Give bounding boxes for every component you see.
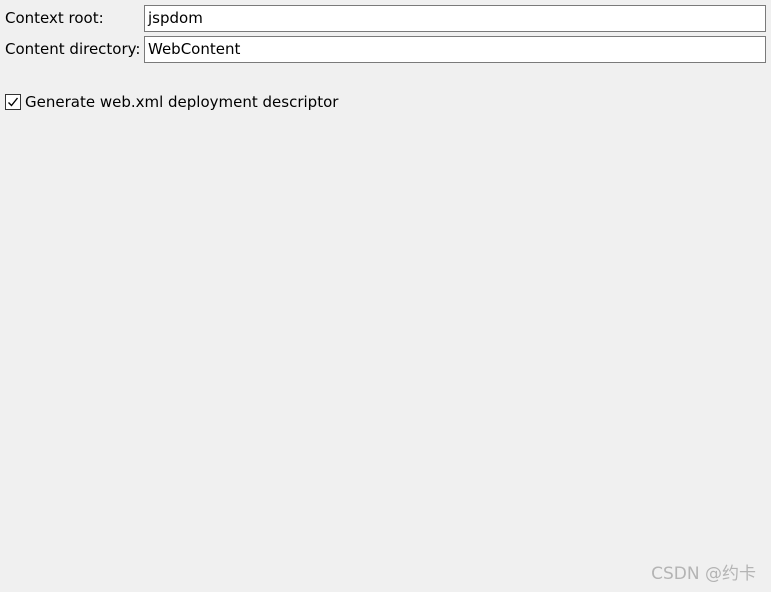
generate-web-xml-checkbox[interactable] bbox=[5, 94, 21, 110]
content-directory-label: Content directory: bbox=[5, 40, 141, 58]
content-directory-input[interactable]: WebContent bbox=[144, 36, 766, 63]
context-root-input[interactable]: jspdom bbox=[144, 5, 766, 32]
checkmark-icon bbox=[8, 97, 19, 107]
context-root-label: Context root: bbox=[5, 9, 104, 27]
watermark: CSDN @约卡 bbox=[651, 564, 756, 584]
content-directory-row: Content directory: WebContent bbox=[0, 36, 771, 63]
generate-web-xml-label: Generate web.xml deployment descriptor bbox=[25, 93, 339, 111]
context-root-row: Context root: jspdom bbox=[0, 5, 771, 32]
